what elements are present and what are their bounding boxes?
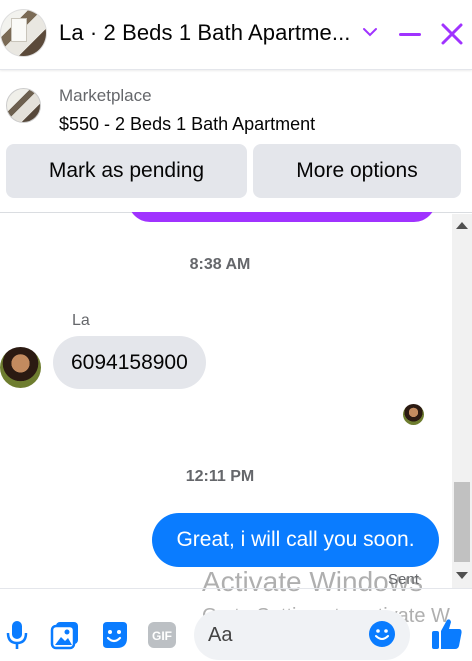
scrollbar-thumb[interactable] <box>454 482 470 562</box>
conversation-avatar[interactable] <box>0 9 47 57</box>
listing-source-label: Marketplace <box>59 86 152 105</box>
incoming-message-bubble[interactable]: 6094158900 <box>53 336 206 389</box>
more-options-button[interactable]: More options <box>253 144 461 198</box>
minimize-icon[interactable] <box>396 22 424 46</box>
message-timestamp: 8:38 AM <box>189 256 251 273</box>
gif-icon[interactable]: GIF <box>147 621 177 649</box>
sender-avatar[interactable] <box>0 347 41 388</box>
seen-indicator-avatar <box>403 404 424 425</box>
sender-name: La <box>72 312 90 329</box>
microphone-icon[interactable] <box>6 620 28 650</box>
activation-watermark-title: Activate Windows <box>202 566 423 597</box>
like-icon[interactable] <box>430 617 464 651</box>
sticker-icon[interactable] <box>99 620 129 650</box>
emoji-icon[interactable] <box>368 620 396 648</box>
composer-divider <box>0 588 472 589</box>
mark-as-pending-button[interactable]: Mark as pending <box>6 144 247 198</box>
outgoing-message-bubble[interactable]: Great, i will call you soon. <box>152 513 439 567</box>
photo-icon[interactable] <box>50 620 80 650</box>
close-icon[interactable] <box>438 20 466 48</box>
message-area-edge <box>120 198 450 212</box>
listing-title[interactable]: $550 - 2 Beds 1 Bath Apartment <box>59 114 315 135</box>
message-timestamp: 12:11 PM <box>185 468 255 485</box>
scroll-up-arrow-icon[interactable] <box>456 222 468 229</box>
listing-thumbnail[interactable] <box>6 88 41 123</box>
conversation-title[interactable]: La · 2 Beds 1 Bath Apartme... <box>59 20 351 46</box>
chat-header: La · 2 Beds 1 Bath Apartme... <box>0 0 472 70</box>
scroll-down-arrow-icon[interactable] <box>456 572 468 579</box>
svg-text:GIF: GIF <box>152 629 172 643</box>
chevron-down-icon[interactable] <box>360 22 380 42</box>
